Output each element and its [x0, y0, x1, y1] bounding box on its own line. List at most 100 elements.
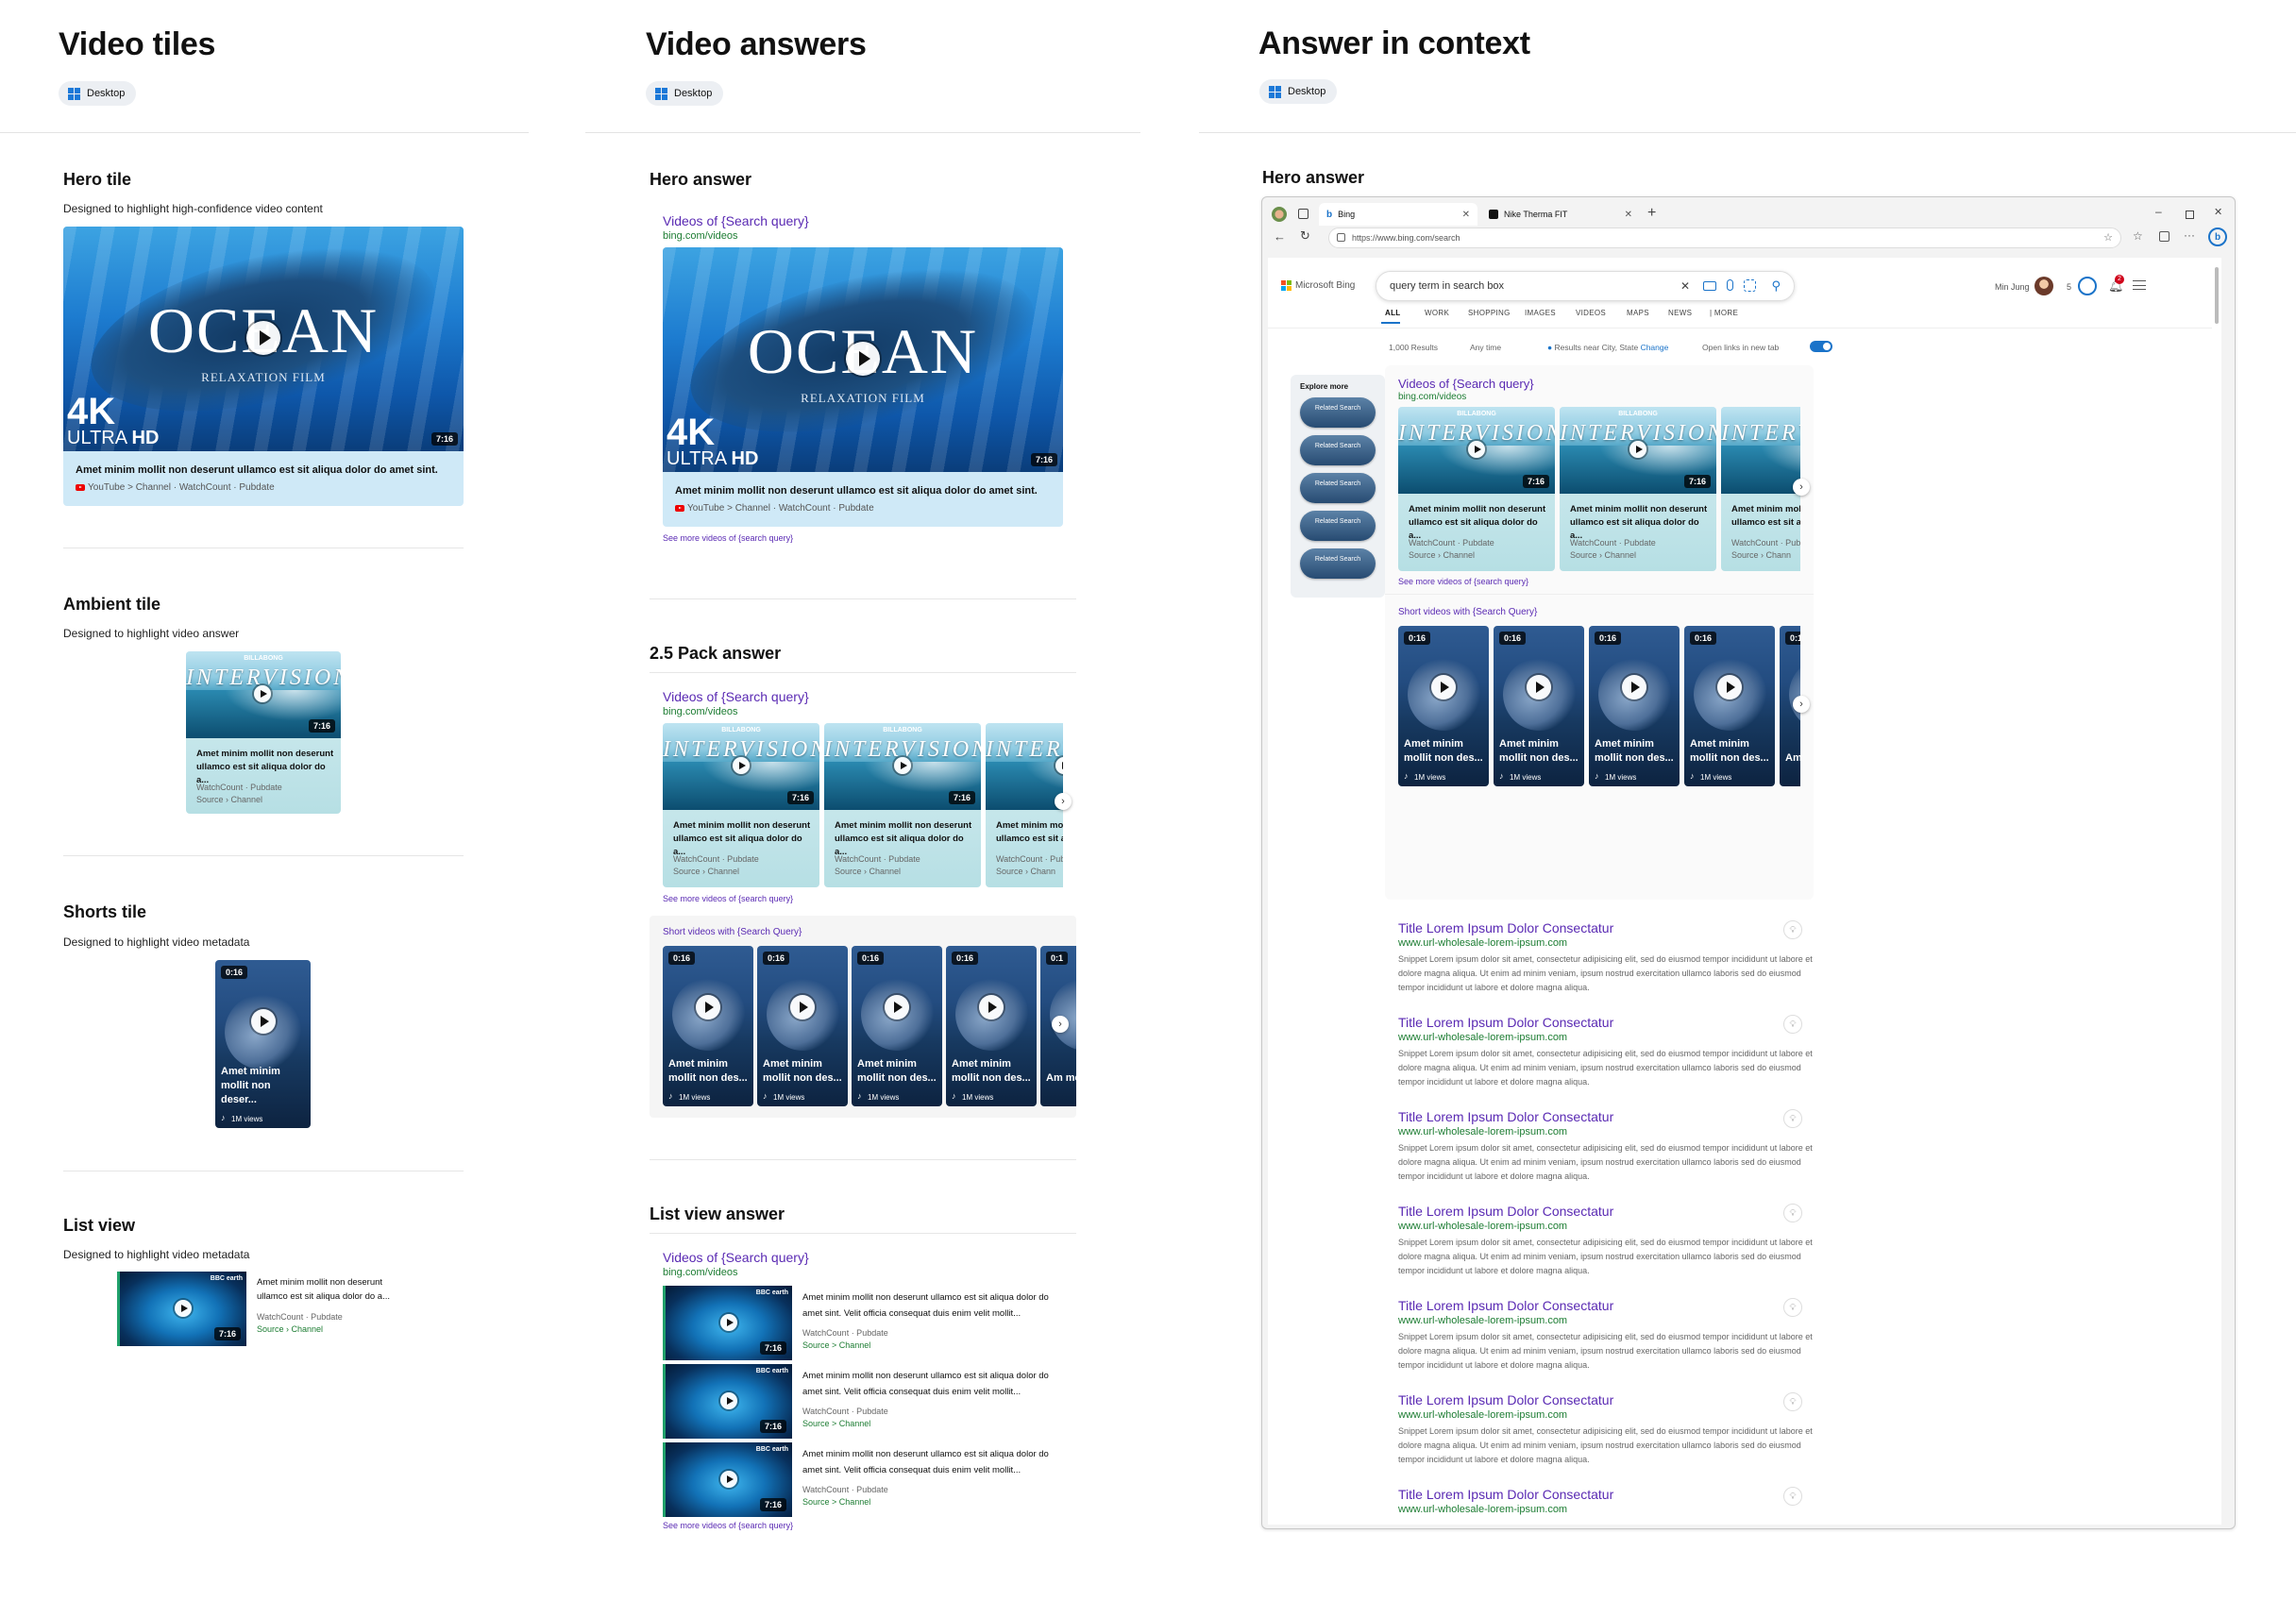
- nav-videos[interactable]: VIDEOS: [1576, 309, 1606, 317]
- result-title[interactable]: Title Lorem Ipsum Dolor Consectatur: [1398, 920, 1613, 935]
- favorites-icon[interactable]: ☆: [2133, 229, 2143, 243]
- microphone-icon[interactable]: [1727, 279, 1733, 291]
- result-url[interactable]: www.url-wholesale-lorem-ipsum.com: [1398, 937, 1567, 949]
- play-icon[interactable]: [846, 342, 880, 376]
- tab-actions-icon[interactable]: [1298, 209, 1308, 219]
- play-icon[interactable]: [1717, 675, 1742, 699]
- related-search-chip[interactable]: Related Search: [1300, 473, 1376, 503]
- video-answer-url[interactable]: bing.com/videos: [1398, 392, 1466, 402]
- play-icon[interactable]: [1431, 675, 1456, 699]
- visual-search-icon[interactable]: [1744, 279, 1756, 292]
- video-card[interactable]: BILLABONG INTERVISION 7:16 Amet minim moll…: [1560, 407, 1716, 571]
- play-icon[interactable]: [1629, 441, 1646, 458]
- result-url[interactable]: www.url-wholesale-lorem-ipsum.com: [1398, 1221, 1567, 1232]
- shorts-card[interactable]: 0:16 Amet minim mollit non des... 1M views: [1398, 626, 1489, 786]
- pack-card-text[interactable]: Amet minim mollit non deserunt ullamco e…: [996, 819, 1063, 846]
- user-avatar[interactable]: [2034, 277, 2053, 295]
- shorts-card[interactable]: 0:16 Amet minim mollit non des... 1M views: [1494, 626, 1584, 786]
- result-title[interactable]: Title Lorem Ipsum Dolor Consectatur: [1398, 1015, 1613, 1030]
- keyboard-icon[interactable]: [1703, 281, 1716, 291]
- nav-shopping[interactable]: SHOPPING: [1468, 309, 1511, 317]
- related-search-chip[interactable]: Related Search: [1300, 397, 1376, 428]
- more-icon[interactable]: ···: [2184, 228, 2195, 242]
- list-answer-source[interactable]: Source > Channel: [802, 1419, 870, 1428]
- result-url[interactable]: www.url-wholesale-lorem-ipsum.com: [1398, 1504, 1567, 1515]
- close-icon[interactable]: ✕: [1462, 210, 1470, 220]
- play-icon[interactable]: [790, 995, 815, 1020]
- shorts-tile[interactable]: 0:16 Amet minim mollit non deser... 1M v…: [215, 960, 311, 1128]
- video-card-source[interactable]: Source › Channel: [1409, 549, 1475, 562]
- hero-tile-thumbnail[interactable]: OCEAN RELAXATION FILM 4K ULTRA HD 7:16: [63, 227, 464, 451]
- nav-work[interactable]: WORK: [1425, 309, 1449, 317]
- video-card-thumbnail[interactable]: INTERVISION: [1721, 407, 1800, 494]
- pack-card[interactable]: BILLABONG INTERVISION 7:16 Amet minim moll…: [824, 723, 981, 887]
- lightbulb-icon[interactable]: 💡︎: [1783, 1487, 1802, 1506]
- list-answer-text[interactable]: Amet minim mollit non deserunt ullamco e…: [802, 1446, 1057, 1478]
- user-name[interactable]: Min Jung: [1995, 282, 2030, 292]
- change-location-link[interactable]: Change: [1641, 343, 1669, 352]
- lightbulb-icon[interactable]: 💡︎: [1783, 1109, 1802, 1128]
- result-title[interactable]: Title Lorem Ipsum Dolor Consectatur: [1398, 1109, 1613, 1124]
- play-icon[interactable]: [254, 685, 271, 702]
- list-answer-thumbnail[interactable]: BBC earth 7:16: [663, 1442, 792, 1517]
- pack-card-thumbnail[interactable]: BILLABONG INTERVISION 7:16: [663, 723, 819, 810]
- hero-answer-thumbnail[interactable]: OCEAN RELAXATION FILM 4K ULTRA HD 7:16: [663, 247, 1063, 472]
- nav-images[interactable]: IMAGES: [1525, 309, 1556, 317]
- play-icon[interactable]: [246, 321, 280, 355]
- microsoft-bing-logo[interactable]: Microsoft Bing: [1281, 280, 1355, 291]
- shorts-card[interactable]: 0:16 Amet minim mollit non des... 1M views: [663, 946, 753, 1106]
- rewards-icon[interactable]: [2078, 277, 2097, 295]
- video-card-source[interactable]: Source › Channel: [1570, 549, 1636, 562]
- play-icon[interactable]: [885, 995, 909, 1020]
- refresh-icon[interactable]: ↻: [1300, 228, 1310, 244]
- play-icon[interactable]: [720, 1471, 737, 1488]
- list-answer-text[interactable]: Amet minim mollit non deserunt ullamco e…: [802, 1368, 1057, 1400]
- close-icon[interactable]: ✕: [1625, 210, 1632, 220]
- lightbulb-icon[interactable]: 💡︎: [1783, 1015, 1802, 1034]
- list-answer-source[interactable]: Source > Channel: [802, 1340, 870, 1350]
- search-input[interactable]: query term in search box ✕ ⚲: [1376, 271, 1795, 301]
- result-title[interactable]: Title Lorem Ipsum Dolor Consectatur: [1398, 1204, 1613, 1219]
- carousel-next-button[interactable]: ›: [1793, 479, 1810, 496]
- address-bar[interactable]: https://www.bing.com/search ☆: [1328, 228, 2121, 248]
- hamburger-menu-icon[interactable]: [2133, 280, 2146, 290]
- play-icon[interactable]: [720, 1392, 737, 1409]
- play-icon[interactable]: [720, 1314, 737, 1331]
- lightbulb-icon[interactable]: 💡︎: [1783, 920, 1802, 939]
- result-url[interactable]: www.url-wholesale-lorem-ipsum.com: [1398, 1126, 1567, 1138]
- pack-answer-link[interactable]: Videos of {Search query}: [663, 689, 809, 704]
- video-card-thumbnail[interactable]: BILLABONG INTERVISION 7:16: [1560, 407, 1716, 494]
- lightbulb-icon[interactable]: 💡︎: [1783, 1392, 1802, 1411]
- ambient-tile-source[interactable]: Source › Channel: [196, 794, 262, 806]
- profile-avatar[interactable]: [1272, 207, 1287, 222]
- pack-answer-url[interactable]: bing.com/videos: [663, 706, 738, 717]
- pack-card-thumbnail[interactable]: BILLABONG INTERVISION 7:16: [824, 723, 981, 810]
- list-answer-thumbnail[interactable]: BBC earth 7:16: [663, 1286, 792, 1360]
- related-search-chip[interactable]: Related Search: [1300, 511, 1376, 541]
- shorts-heading[interactable]: Short videos with {Search Query}: [1398, 607, 1537, 617]
- list-answer-item[interactable]: BBC earth 7:16 Amet minim mollit non dese…: [663, 1442, 1063, 1518]
- shorts-card[interactable]: 0:16 Amet minim mollit non des... 1M views: [1684, 626, 1775, 786]
- result-url[interactable]: www.url-wholesale-lorem-ipsum.com: [1398, 1032, 1567, 1043]
- shorts-card[interactable]: 0:16 Amet minim mollit non des... 1M views: [757, 946, 848, 1106]
- hero-tile[interactable]: OCEAN RELAXATION FILM 4K ULTRA HD 7:16 A…: [63, 227, 464, 506]
- hero-tile-text[interactable]: Amet minim mollit non deserunt ullamco e…: [76, 464, 453, 476]
- play-icon[interactable]: [1527, 675, 1551, 699]
- hero-answer-text[interactable]: Amet minim mollit non deserunt ullamco e…: [675, 485, 1053, 497]
- new-tab-toggle[interactable]: [1810, 341, 1832, 352]
- shorts-heading[interactable]: Short videos with {Search Query}: [663, 927, 802, 937]
- nav-news[interactable]: NEWS: [1668, 309, 1692, 317]
- list-answer-item[interactable]: BBC earth 7:16 Amet minim mollit non dese…: [663, 1364, 1063, 1440]
- collections-icon[interactable]: [2159, 231, 2169, 242]
- list-answer-url[interactable]: bing.com/videos: [663, 1267, 738, 1278]
- pack-card-thumbnail[interactable]: INTERVISION: [986, 723, 1063, 810]
- result-title[interactable]: Title Lorem Ipsum Dolor Consectatur: [1398, 1487, 1613, 1502]
- list-answer-see-more[interactable]: See more videos of {search query}: [663, 1521, 793, 1530]
- ambient-tile[interactable]: BILLABONG INTERVISION 7:16 Amet minim mo…: [186, 651, 341, 814]
- carousel-next-button[interactable]: ›: [1055, 793, 1072, 810]
- site-favorite-icon[interactable]: ☆: [2103, 231, 2113, 244]
- list-answer-source[interactable]: Source > Channel: [802, 1497, 870, 1507]
- rewards-points[interactable]: 5: [2067, 282, 2071, 292]
- video-answer-link[interactable]: Videos of {Search query}: [1398, 377, 1534, 391]
- tab-nike[interactable]: Nike Therma FIT ✕: [1481, 203, 1640, 226]
